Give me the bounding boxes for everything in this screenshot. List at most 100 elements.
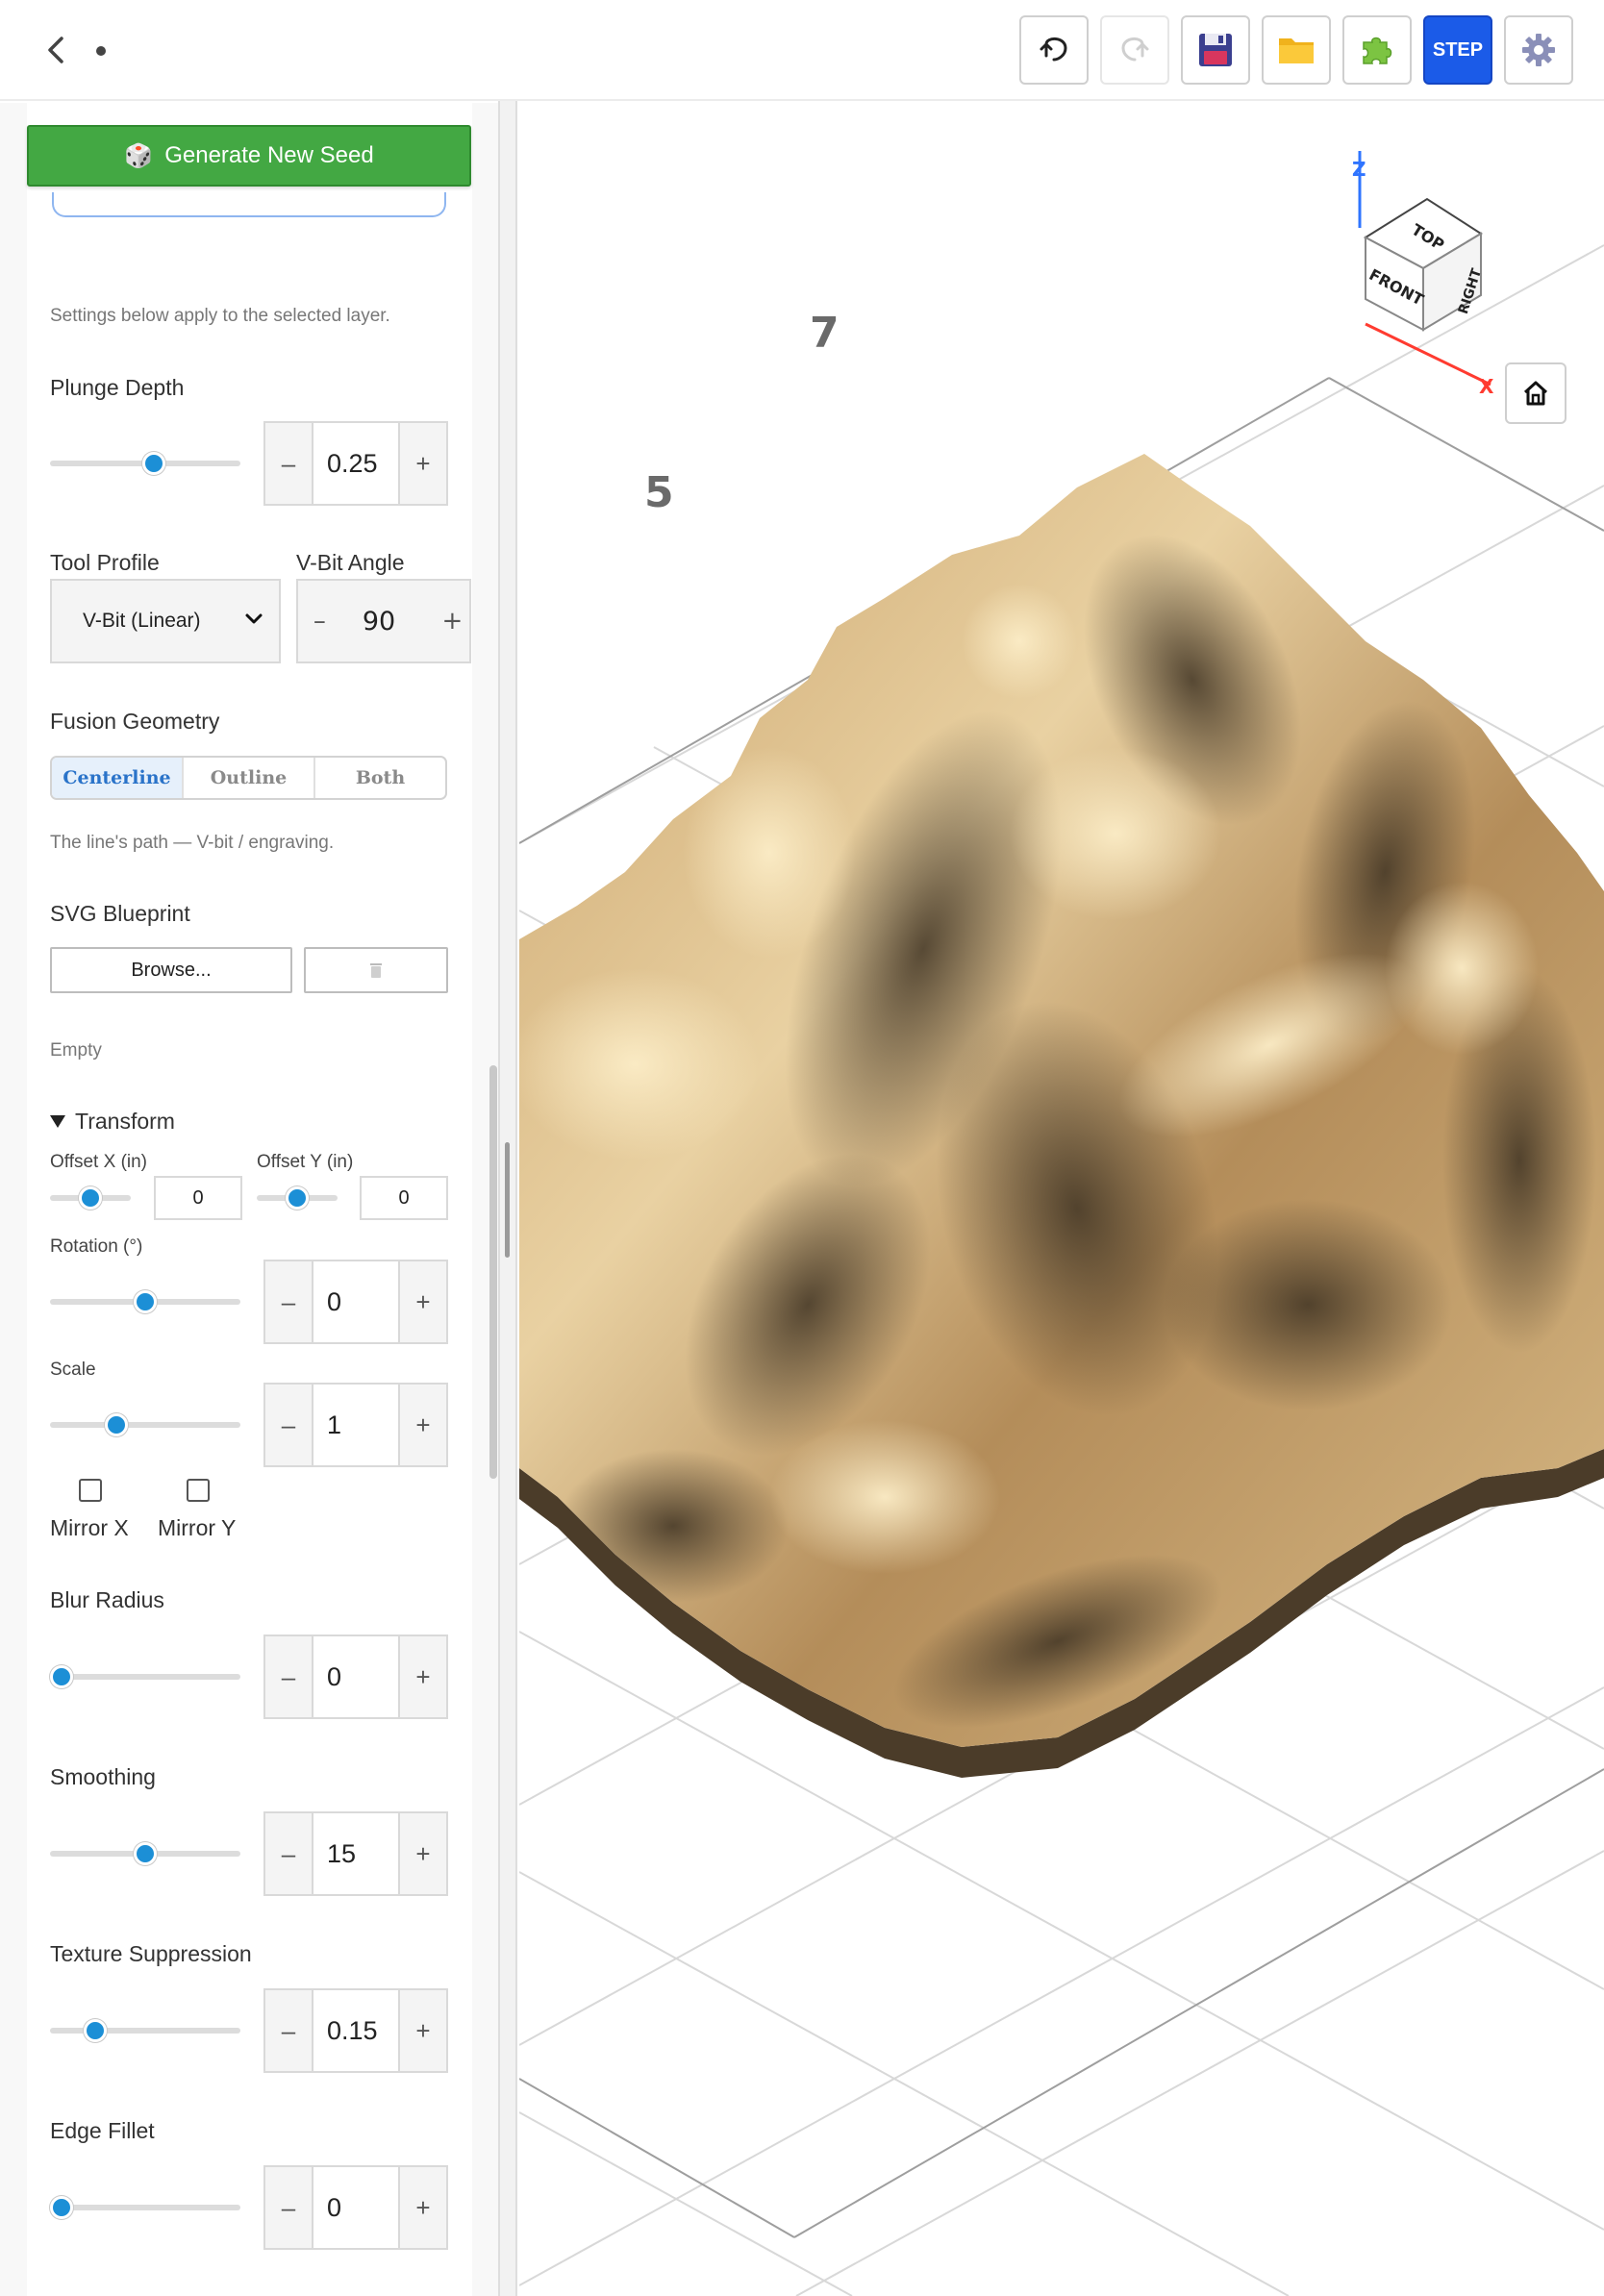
menu-dot-icon[interactable]	[96, 46, 106, 56]
texture-suppression-input[interactable]: 0.15	[312, 1990, 400, 2071]
slider-knob[interactable]	[141, 452, 165, 475]
x-axis-label: X	[1479, 375, 1494, 398]
texture-suppression-stepper: – 0.15 +	[263, 1988, 448, 2073]
decrement-button[interactable]: –	[265, 1385, 312, 1465]
z-axis-label: Z	[1352, 158, 1366, 181]
decrement-button[interactable]: –	[265, 1813, 312, 1894]
texture-suppression-label: Texture Suppression	[50, 1941, 252, 1966]
view-cube[interactable]: Z X TOP FRONT RIGHT	[1352, 151, 1494, 398]
slider-knob[interactable]	[50, 2196, 73, 2219]
redo-icon	[1121, 37, 1149, 62]
generate-new-seed-button[interactable]: 🎲 Generate New Seed	[27, 125, 471, 187]
offset-x-label: Offset X (in)	[50, 1152, 148, 1172]
transform-header[interactable]: Transform	[75, 1109, 175, 1135]
increment-button[interactable]: +	[436, 581, 469, 661]
edge-fillet-slider[interactable]	[50, 2196, 240, 2219]
vbit-angle-label: V-Bit Angle	[296, 550, 405, 575]
splitter-grip[interactable]	[505, 1142, 510, 1258]
step-button[interactable]: STEP	[1423, 15, 1492, 85]
offset-x-input[interactable]: 0	[154, 1176, 242, 1220]
rotation-input[interactable]: 0	[312, 1261, 400, 1342]
tool-profile-select[interactable]: V-Bit (Linear)	[50, 579, 281, 663]
save-button[interactable]	[1181, 15, 1250, 85]
gear-icon	[1522, 34, 1555, 66]
option-centerline[interactable]: Centerline	[52, 758, 184, 798]
svg-blueprint-label: SVG Blueprint	[50, 901, 190, 926]
decrement-button[interactable]: –	[265, 1636, 312, 1717]
mirror-x-checkbox[interactable]	[79, 1479, 102, 1502]
svg-blueprint-status: Empty	[50, 1040, 102, 1061]
slider-knob[interactable]	[134, 1842, 157, 1865]
increment-button[interactable]: +	[400, 423, 446, 504]
smoothing-stepper: – 15 +	[263, 1811, 448, 1896]
redo-button[interactable]	[1100, 15, 1169, 85]
offset-y-slider[interactable]	[257, 1186, 338, 1210]
decrement-button[interactable]: –	[265, 2167, 312, 2248]
tool-profile-value: V-Bit (Linear)	[83, 610, 201, 632]
increment-button[interactable]: +	[400, 1990, 446, 2071]
plugins-button[interactable]	[1342, 15, 1412, 85]
plunge-depth-input[interactable]: 0.25	[312, 423, 400, 504]
smoothing-slider[interactable]	[50, 1842, 240, 1865]
folder-icon	[1279, 38, 1314, 63]
offset-x-slider[interactable]	[50, 1186, 131, 1210]
home-view-button[interactable]	[1505, 362, 1566, 424]
undo-button[interactable]	[1019, 15, 1089, 85]
chevron-down-icon	[245, 613, 263, 624]
blur-radius-stepper: – 0 +	[263, 1635, 448, 1719]
decrement-button[interactable]: –	[265, 423, 312, 504]
increment-button[interactable]: +	[400, 1261, 446, 1342]
edge-fillet-input[interactable]: 0	[312, 2167, 400, 2248]
settings-button[interactable]	[1504, 15, 1573, 85]
slider-knob[interactable]	[83, 2019, 107, 2042]
blur-radius-label: Blur Radius	[50, 1587, 164, 1612]
generate-button-label: Generate New Seed	[164, 142, 374, 168]
mirror-y-checkbox[interactable]	[187, 1479, 210, 1502]
texture-suppression-slider[interactable]	[50, 2019, 240, 2042]
plunge-depth-slider[interactable]	[50, 452, 240, 475]
slider-knob[interactable]	[134, 1290, 157, 1313]
decrement-button[interactable]: –	[265, 1261, 312, 1342]
dice-icon: 🎲	[124, 142, 154, 169]
scale-label: Scale	[50, 1360, 96, 1380]
fusion-geometry-description: The line's path — V-bit / engraving.	[50, 833, 335, 853]
mirror-y-label: Mirror Y	[158, 1515, 237, 1540]
rotation-stepper: – 0 +	[263, 1260, 448, 1344]
decrement-button[interactable]: –	[265, 1990, 312, 2071]
increment-button[interactable]: +	[400, 1385, 446, 1465]
vbit-angle-stepper: – 90 +	[296, 579, 471, 663]
open-folder-button[interactable]	[1262, 15, 1331, 85]
delete-svg-button[interactable]	[304, 947, 448, 993]
scale-slider[interactable]	[50, 1413, 240, 1436]
3d-viewport[interactable]: 7 5 3 5	[519, 103, 1604, 2296]
slider-knob[interactable]	[50, 1665, 73, 1688]
smoothing-label: Smoothing	[50, 1764, 156, 1789]
browse-button[interactable]: Browse...	[50, 947, 292, 993]
increment-button[interactable]: +	[400, 2167, 446, 2248]
scale-input[interactable]: 1	[312, 1385, 400, 1465]
option-outline[interactable]: Outline	[184, 758, 315, 798]
mirror-x-label: Mirror X	[50, 1515, 129, 1540]
fusion-geometry-toggle: Centerline Outline Both	[50, 756, 447, 800]
offset-y-input[interactable]: 0	[360, 1176, 448, 1220]
top-toolbar: STEP	[0, 0, 1604, 101]
decrement-button[interactable]: –	[298, 581, 341, 661]
smoothing-input[interactable]: 15	[312, 1813, 400, 1894]
blur-radius-slider[interactable]	[50, 1665, 240, 1688]
floppy-disk-icon	[1199, 34, 1232, 66]
rotation-slider[interactable]	[50, 1290, 240, 1313]
slider-knob[interactable]	[79, 1186, 102, 1210]
back-chevron-icon[interactable]	[42, 31, 71, 69]
increment-button[interactable]: +	[400, 1636, 446, 1717]
increment-button[interactable]: +	[400, 1813, 446, 1894]
option-both[interactable]: Both	[315, 758, 445, 798]
viewport-scene: 7 5 3 5	[519, 151, 1604, 2296]
blur-radius-input[interactable]: 0	[312, 1636, 400, 1717]
panel-scrollbar-thumb[interactable]	[489, 1065, 497, 1479]
offset-y-label: Offset Y (in)	[257, 1152, 354, 1172]
slider-knob[interactable]	[286, 1186, 309, 1210]
terrain-mesh	[519, 454, 1604, 1778]
plunge-depth-stepper: – 0.25 +	[263, 421, 448, 506]
vbit-angle-input[interactable]: 90	[340, 581, 436, 661]
collapse-triangle-icon[interactable]	[50, 1115, 65, 1128]
